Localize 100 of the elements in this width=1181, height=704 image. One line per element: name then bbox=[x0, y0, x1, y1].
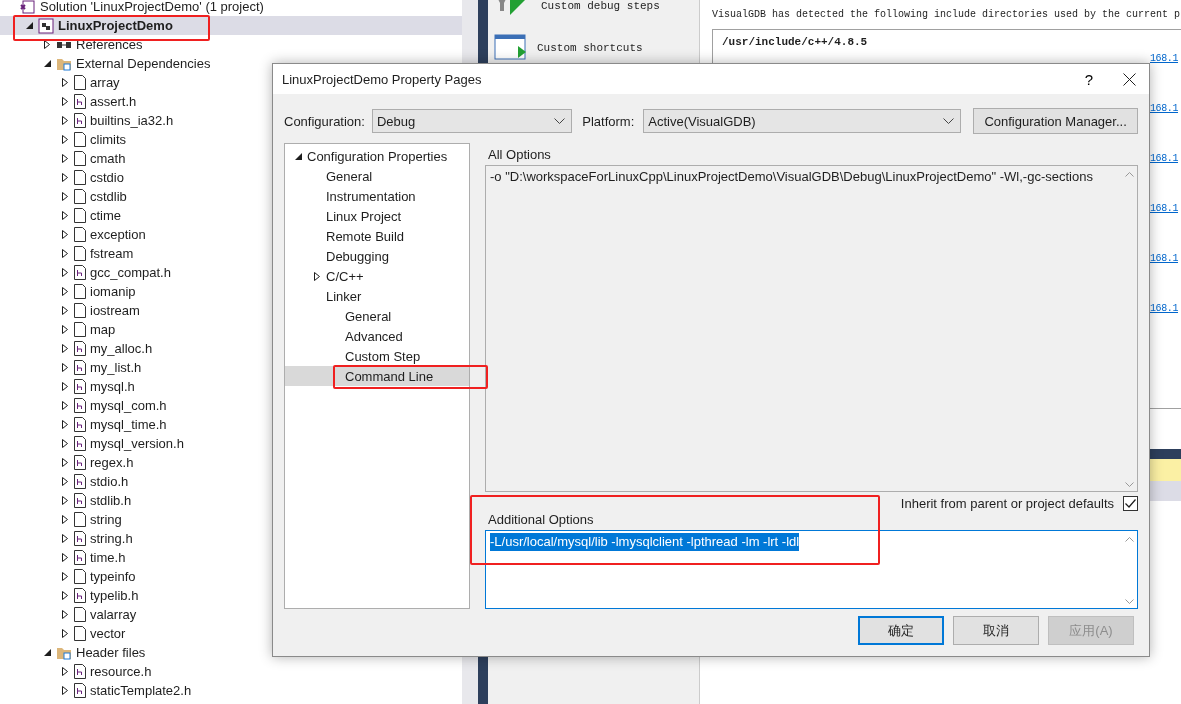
field-label: All Options bbox=[487, 145, 552, 164]
tree-item[interactable]: mysql_time.h bbox=[0, 415, 462, 434]
path-link[interactable]: 168.1 bbox=[1150, 251, 1178, 266]
tree-item[interactable]: climits bbox=[0, 130, 462, 149]
collapsed-icon[interactable] bbox=[62, 268, 68, 277]
tree-item[interactable]: C/C++ bbox=[285, 266, 469, 286]
collapsed-icon[interactable] bbox=[62, 116, 68, 125]
tree-item[interactable]: assert.h bbox=[0, 92, 462, 111]
platform-dropdown[interactable]: Active(VisualGDB) bbox=[643, 109, 962, 133]
collapsed-icon[interactable] bbox=[62, 401, 68, 410]
file-icon bbox=[74, 569, 86, 584]
tree-item[interactable]: regex.h bbox=[0, 453, 462, 472]
collapsed-icon[interactable] bbox=[62, 287, 68, 296]
tree-item[interactable]: Solution 'LinuxProjectDemo' (1 project) bbox=[0, 0, 462, 16]
collapsed-icon[interactable] bbox=[62, 515, 68, 524]
collapsed-icon[interactable] bbox=[62, 458, 68, 467]
tree-item[interactable]: External Dependencies bbox=[0, 54, 462, 73]
collapsed-icon[interactable] bbox=[62, 211, 68, 220]
collapsed-icon[interactable] bbox=[62, 249, 68, 258]
tree-item[interactable]: stdio.h bbox=[0, 472, 462, 491]
checkbox[interactable] bbox=[1123, 496, 1138, 511]
collapsed-icon[interactable] bbox=[62, 534, 68, 543]
collapsed-icon[interactable] bbox=[62, 97, 68, 106]
path-link[interactable]: 168.1 bbox=[1150, 51, 1178, 66]
collapsed-icon[interactable] bbox=[62, 306, 68, 315]
collapsed-icon[interactable] bbox=[62, 629, 68, 638]
tree-item[interactable]: Instrumentation bbox=[285, 186, 469, 206]
tree-item[interactable]: Linker bbox=[285, 286, 469, 306]
path-link[interactable]: 168.1 bbox=[1150, 201, 1178, 216]
tree-item[interactable]: General bbox=[285, 306, 469, 326]
tree-item[interactable]: resource.h bbox=[0, 662, 462, 681]
configuration-dropdown[interactable]: Debug bbox=[371, 109, 573, 133]
dialog-button[interactable]: 确定 bbox=[858, 616, 944, 645]
tree-item[interactable]: valarray bbox=[0, 605, 462, 624]
scroll-down-icon[interactable] bbox=[1124, 599, 1134, 604]
tree-item[interactable]: Header files bbox=[0, 643, 462, 662]
tree-item[interactable]: mysql_version.h bbox=[0, 434, 462, 453]
caret-icon bbox=[943, 118, 955, 124]
collapsed-icon[interactable] bbox=[62, 572, 68, 581]
tree-item[interactable]: vector bbox=[0, 624, 462, 643]
tree-item[interactable]: Configuration Properties bbox=[285, 146, 469, 166]
tree-item[interactable]: General bbox=[285, 166, 469, 186]
collapsed-icon[interactable] bbox=[62, 154, 68, 163]
expanded-icon[interactable] bbox=[43, 649, 51, 656]
help-button[interactable]: ? bbox=[1069, 64, 1109, 94]
collapsed-icon[interactable] bbox=[314, 271, 320, 281]
tool-item[interactable]: Custom shortcuts bbox=[537, 42, 643, 54]
tree-item[interactable]: string bbox=[0, 510, 462, 529]
collapsed-icon[interactable] bbox=[62, 667, 68, 676]
tree-item[interactable]: Linux Project bbox=[285, 206, 469, 226]
configuration-manager-button[interactable]: Configuration Manager... bbox=[973, 108, 1138, 134]
file-icon bbox=[74, 626, 86, 641]
expanded-icon[interactable] bbox=[25, 22, 33, 29]
expanded-icon[interactable] bbox=[294, 152, 302, 160]
tree-item[interactable]: typelib.h bbox=[0, 586, 462, 605]
collapsed-icon[interactable] bbox=[62, 363, 68, 372]
header-file-icon bbox=[74, 455, 86, 470]
expanded-icon[interactable] bbox=[43, 60, 51, 67]
collapsed-icon[interactable] bbox=[62, 230, 68, 239]
tree-item[interactable]: Remote Build bbox=[285, 226, 469, 246]
tree-item[interactable]: string.h bbox=[0, 529, 462, 548]
collapsed-icon[interactable] bbox=[62, 439, 68, 448]
collapsed-icon[interactable] bbox=[62, 344, 68, 353]
collapsed-icon[interactable] bbox=[62, 135, 68, 144]
tree-item[interactable]: Debugging bbox=[285, 246, 469, 266]
header-file-icon bbox=[74, 113, 86, 128]
tree-item[interactable]: Custom Step bbox=[285, 346, 469, 366]
collapsed-icon[interactable] bbox=[62, 78, 68, 87]
collapsed-icon[interactable] bbox=[62, 686, 68, 695]
header-file-icon bbox=[74, 436, 86, 451]
collapsed-icon[interactable] bbox=[62, 553, 68, 562]
tree-item[interactable]: mysql_com.h bbox=[0, 396, 462, 415]
field-label: Configuration: bbox=[284, 113, 365, 129]
tree-item[interactable]: typeinfo bbox=[0, 567, 462, 586]
path-link[interactable]: 168.1 bbox=[1150, 151, 1178, 166]
collapsed-icon[interactable] bbox=[62, 610, 68, 619]
collapsed-icon[interactable] bbox=[62, 325, 68, 334]
collapsed-icon[interactable] bbox=[62, 382, 68, 391]
path-link[interactable]: 168.1 bbox=[1150, 101, 1178, 116]
file-icon bbox=[74, 512, 86, 527]
tree-item[interactable]: LinuxProjectDemo bbox=[0, 16, 462, 35]
tree-item[interactable]: Advanced bbox=[285, 326, 469, 346]
dialog-button[interactable]: 取消 bbox=[953, 616, 1039, 645]
collapsed-icon[interactable] bbox=[62, 173, 68, 182]
file-icon bbox=[74, 227, 86, 242]
tree-item[interactable]: References bbox=[0, 35, 462, 54]
tree-item[interactable]: staticTemplate2.h bbox=[0, 681, 462, 700]
collapsed-icon[interactable] bbox=[62, 477, 68, 486]
collapsed-icon[interactable] bbox=[44, 40, 50, 49]
collapsed-icon[interactable] bbox=[62, 591, 68, 600]
tool-item[interactable]: Custom debug steps bbox=[541, 0, 660, 12]
tree-item[interactable]: Command Line bbox=[285, 366, 469, 386]
collapsed-icon[interactable] bbox=[62, 420, 68, 429]
tree-item[interactable]: stdlib.h bbox=[0, 491, 462, 510]
scroll-up-icon[interactable] bbox=[1124, 537, 1134, 542]
collapsed-icon[interactable] bbox=[62, 496, 68, 505]
path-link[interactable]: 168.1 bbox=[1150, 301, 1178, 316]
tree-item[interactable]: time.h bbox=[0, 548, 462, 567]
collapsed-icon[interactable] bbox=[62, 192, 68, 201]
additional-options-field[interactable]: -L/usr/local/mysql/lib -lmysqlclient -lpthread -lm -lrt -ldl bbox=[485, 530, 1138, 609]
